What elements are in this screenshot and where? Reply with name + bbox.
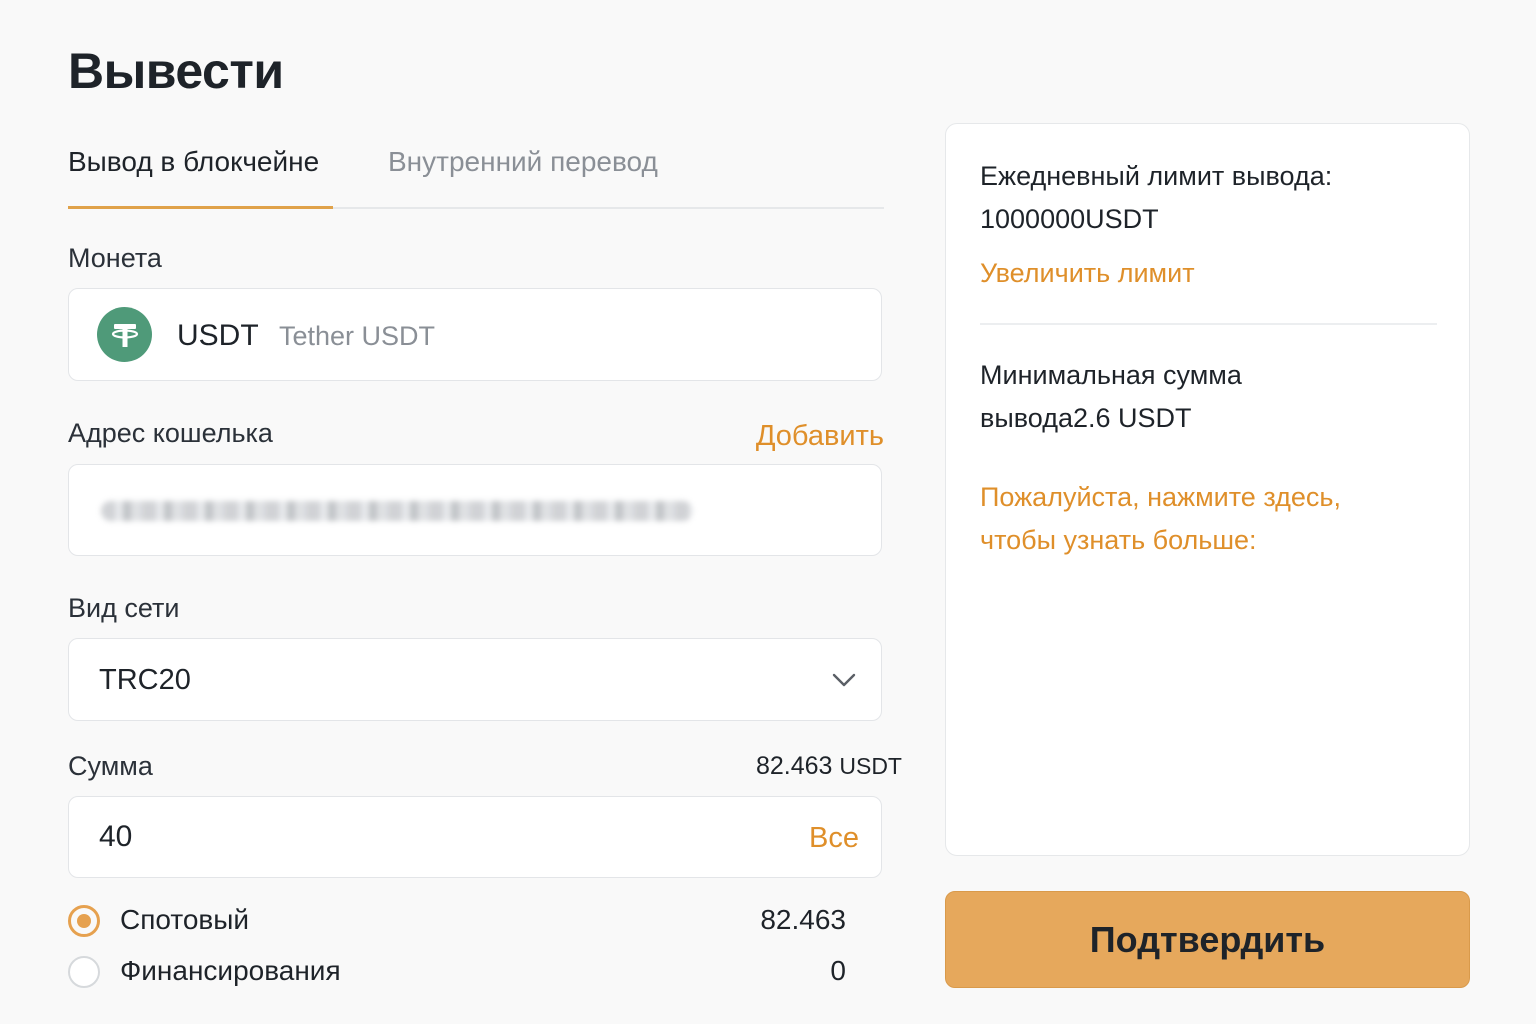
amount-field: Все	[68, 796, 882, 878]
tab-label: Внутренний перевод	[388, 146, 658, 177]
chevron-down-icon	[832, 673, 856, 687]
available-balance: 82.463 USDT	[756, 752, 902, 781]
daily-limit-label: Ежедневный лимит вывода:	[980, 161, 1333, 191]
coin-selector[interactable]: USDT Tether USDT	[68, 288, 882, 381]
tether-icon	[97, 307, 152, 362]
radio-selected[interactable]	[68, 905, 100, 937]
available-balance-unit: USDT	[839, 753, 902, 779]
active-tab-underline	[68, 206, 333, 209]
coin-symbol: USDT	[177, 319, 259, 352]
tab-onchain-withdrawal[interactable]: Вывод в блокчейне	[68, 146, 319, 178]
page-title: Вывести	[68, 43, 284, 99]
account-option-label: Финансирования	[120, 955, 341, 986]
tab-internal-transfer[interactable]: Внутренний перевод	[388, 146, 658, 178]
max-amount-button[interactable]: Все	[809, 822, 859, 855]
account-option-spot[interactable]: Спотовый 82.463	[68, 902, 848, 942]
confirm-button[interactable]: Подтвердить	[945, 891, 1470, 988]
add-address-link[interactable]: Добавить	[756, 420, 884, 453]
account-option-balance: 0	[830, 955, 846, 986]
min-withdrawal-value: вывода2.6 USDT	[980, 403, 1192, 433]
network-label: Вид сети	[68, 593, 180, 623]
withdrawal-info-panel: Ежедневный лимит вывода: 1000000USDT Уве…	[945, 123, 1470, 856]
account-option-funding[interactable]: Финансирования 0	[68, 953, 848, 993]
withdraw-tabs: Вывод в блокчейне Внутренний перевод	[68, 120, 884, 209]
learn-more-link[interactable]: Пожалуйста, нажмите здесь,	[980, 476, 1341, 519]
amount-input[interactable]	[97, 819, 701, 855]
divider	[980, 323, 1437, 325]
amount-label: Сумма	[68, 751, 153, 781]
account-option-balance: 82.463	[760, 904, 846, 935]
coin-label: Монета	[68, 243, 162, 273]
address-label: Адрес кошелька	[68, 418, 273, 448]
min-withdrawal-label: Минимальная сумма	[980, 360, 1242, 390]
daily-limit-value: 1000000USDT	[980, 204, 1159, 234]
increase-limit-link[interactable]: Увеличить лимит	[980, 252, 1195, 295]
available-balance-value: 82.463	[755, 752, 833, 780]
coin-name: Tether USDT	[279, 321, 436, 351]
radio-unselected[interactable]	[68, 956, 100, 988]
learn-more-link-line2[interactable]: чтобы узнать больше:	[980, 519, 1257, 562]
blurred-address-value	[101, 501, 693, 521]
tab-label: Вывод в блокчейне	[68, 146, 320, 177]
account-option-label: Спотовый	[120, 904, 250, 935]
network-selected-value: TRC20	[99, 664, 191, 696]
wallet-address-input[interactable]	[68, 464, 882, 556]
network-select[interactable]: TRC20	[68, 638, 882, 721]
confirm-button-label: Подтвердить	[1089, 918, 1326, 960]
